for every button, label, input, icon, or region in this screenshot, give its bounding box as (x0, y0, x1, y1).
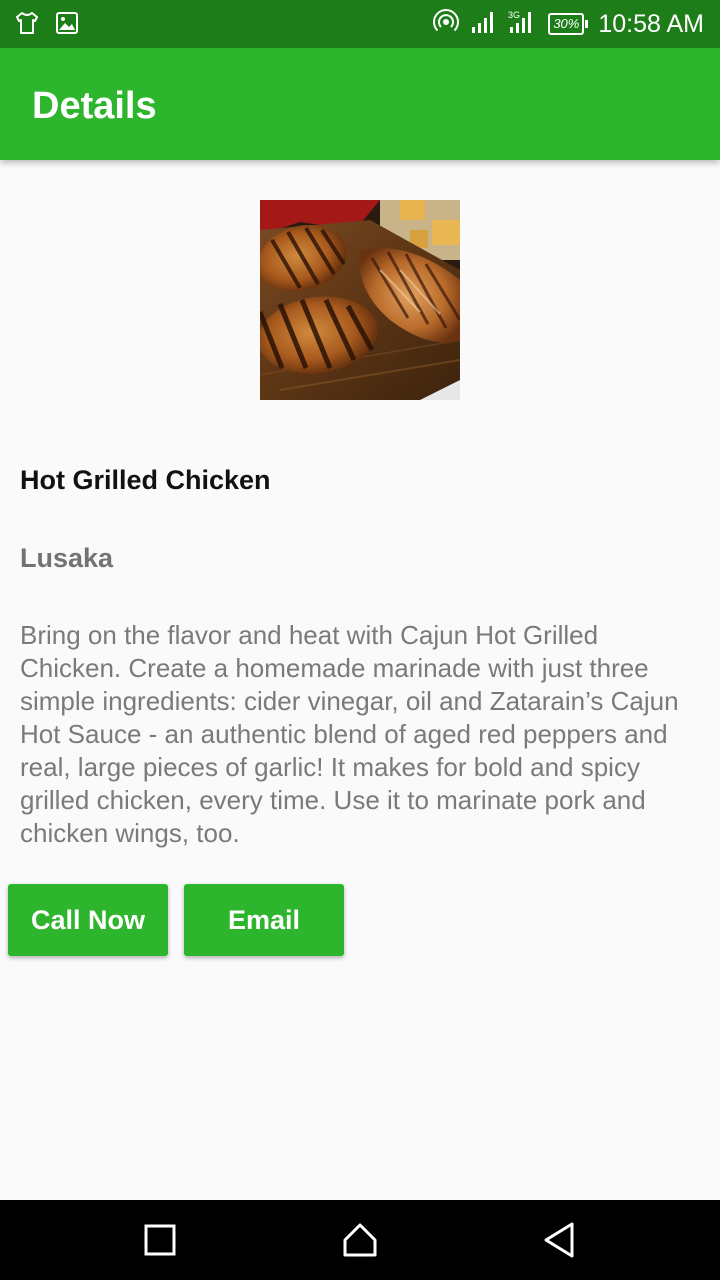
page-title: Details (32, 85, 157, 127)
back-icon[interactable] (538, 1218, 582, 1262)
battery-level: 30% (548, 13, 585, 35)
clock: 10:58 AM (598, 10, 704, 38)
status-bar: 3G 30% 10:58 AM (0, 0, 720, 48)
item-description: Bring on the flavor and heat with Cajun … (20, 620, 679, 848)
email-button[interactable]: Email (184, 884, 344, 956)
grilled-chicken-photo (260, 200, 460, 400)
battery-icon: 30% (548, 13, 589, 35)
home-icon[interactable] (338, 1218, 382, 1262)
navigation-bar (0, 1200, 720, 1280)
svg-text:3G: 3G (508, 10, 520, 20)
item-location: Lusaka (20, 543, 114, 573)
signal-3g-icon: 3G (508, 9, 538, 39)
image-icon (54, 10, 80, 40)
recent-apps-icon[interactable] (138, 1218, 182, 1262)
shirt-icon (14, 10, 40, 40)
call-now-button[interactable]: Call Now (8, 884, 168, 956)
item-title: Hot Grilled Chicken (20, 465, 271, 495)
hotspot-icon (432, 8, 460, 40)
app-bar: Details (0, 48, 720, 160)
system-icons: 3G 30% 10:58 AM (432, 8, 704, 40)
notification-icons (14, 10, 80, 40)
signal-icon (470, 9, 498, 39)
